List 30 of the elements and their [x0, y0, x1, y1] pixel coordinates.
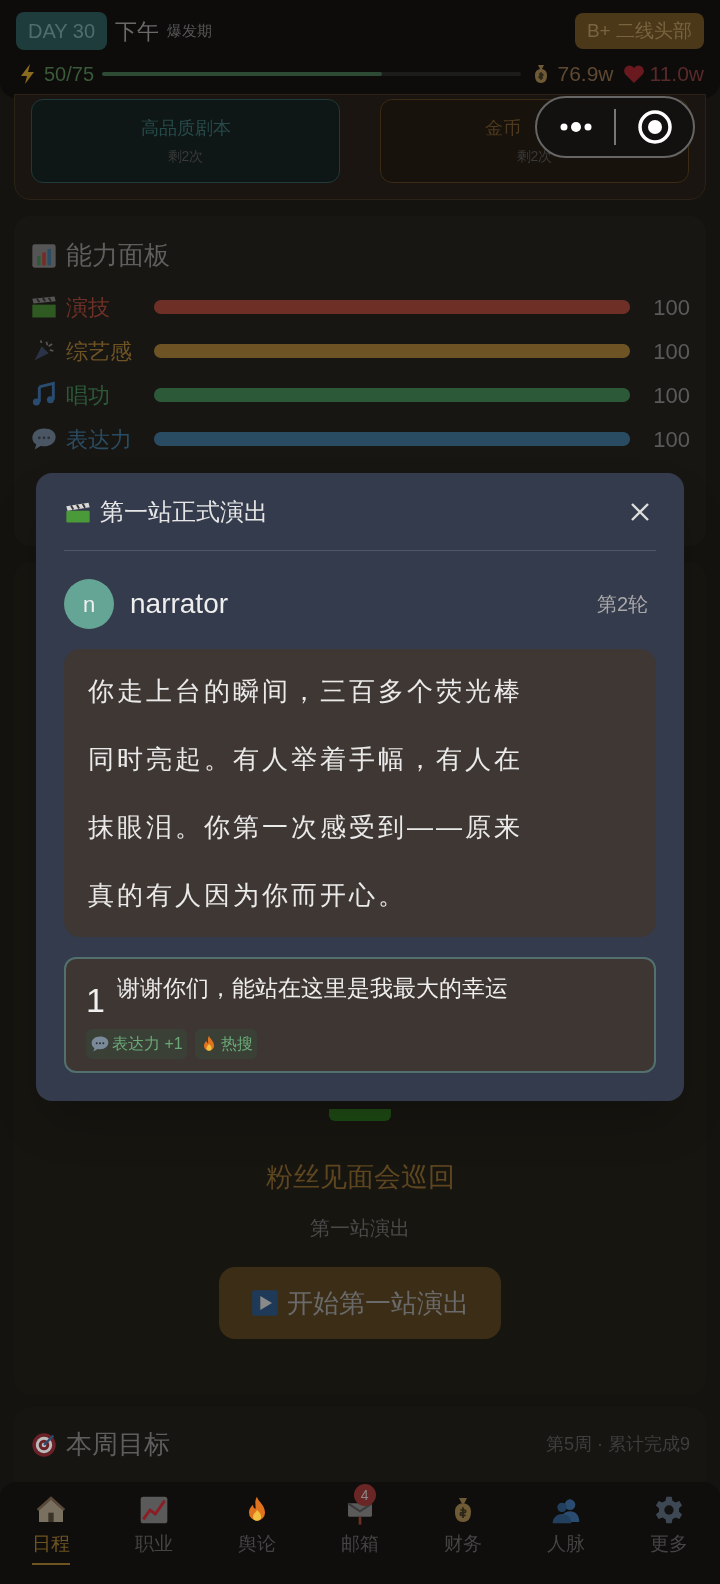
round-label: 第2轮 [596, 592, 648, 617]
ability-value: 100 [652, 381, 690, 410]
choice-number: 1 [86, 983, 105, 1017]
money-amount: 76.9w [557, 61, 614, 87]
event-title: 粉丝见面会巡回 [265, 1160, 455, 1194]
dialog-title: 第一站正式演出 [100, 496, 268, 527]
tag-text: 热搜 [220, 1034, 253, 1054]
notification-badge: 4 [353, 1484, 376, 1506]
ability-value: 100 [652, 425, 690, 454]
start-performance-button[interactable]: 开始第一站演出 [219, 1267, 501, 1339]
ability-name: 综艺感 [66, 337, 133, 366]
ability-name: 演技 [66, 293, 111, 322]
ability-name: 表达力 [66, 425, 133, 454]
fans-count: 11.0w [649, 61, 704, 87]
panel-title: 能力面板 [66, 239, 170, 272]
ability-name: 唱功 [66, 381, 111, 410]
speaker-name: narrator [130, 587, 229, 621]
time-of-day: 下午 [115, 14, 160, 48]
career-phase: 爆发期 [167, 20, 213, 41]
energy-reading: 50/75 [44, 61, 95, 87]
ability-value: 100 [652, 293, 690, 322]
ability-value: 100 [652, 337, 690, 366]
goal-title: 本周目标 [66, 1428, 170, 1461]
speaker-avatar: n [64, 579, 114, 629]
choice-text: 谢谢你们，能站在这里是我最大的幸运 [116, 974, 508, 1003]
event-subtitle: 第一站演出 [310, 1216, 410, 1241]
narration-text: 你走上台的瞬间，三百多个荧光棒同时亮起。有人举着手幅，有人在抹眼泪。你第一次感受到——原来真的有人因为你而开心。 [64, 649, 656, 937]
tag-text: 表达力 +1 [112, 1034, 183, 1054]
choice-option[interactable]: 1 谢谢你们，能站在这里是我最大的幸运 表达力 +1 热搜 [64, 957, 656, 1073]
nav-tab[interactable]: 日程 [0, 1482, 103, 1584]
